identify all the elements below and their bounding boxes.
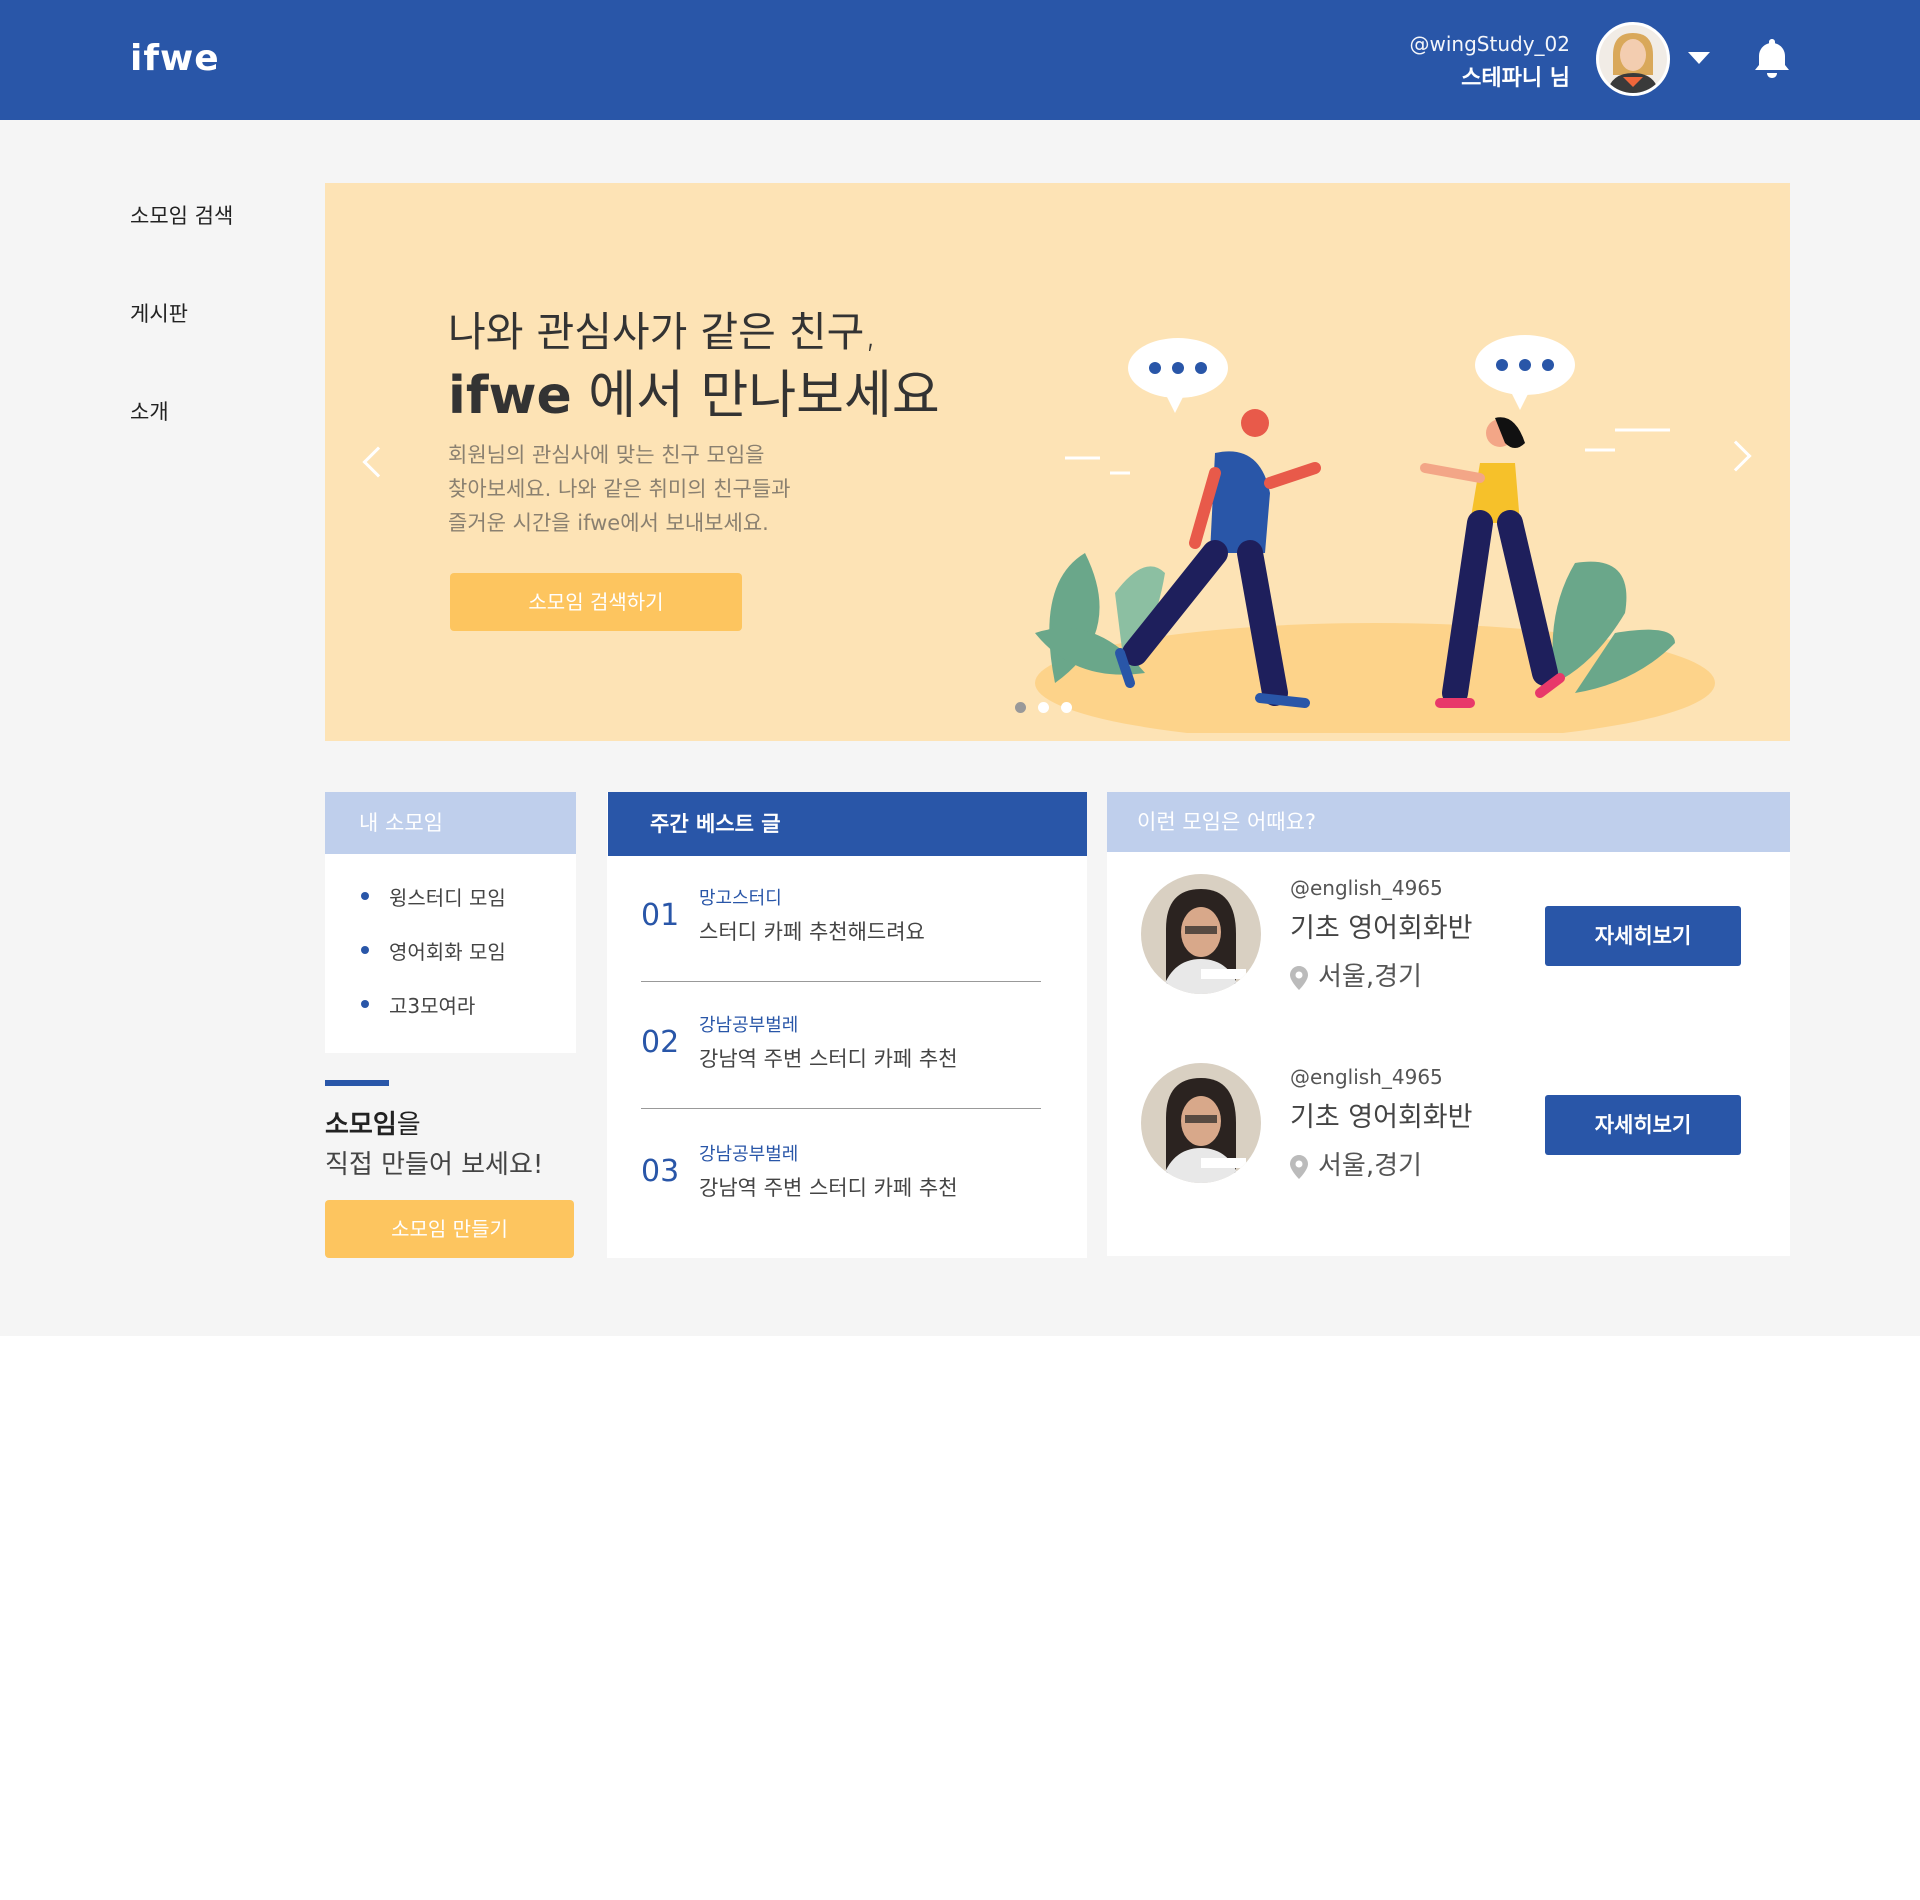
suggested-group: @english_4965 기초 영어회화반 서울,경기 자세히보기 [1107,768,1790,994]
sidenav-item-about[interactable]: 소개 [130,396,233,426]
hero-subheadline: ifwe 에서 만나보세요 [448,353,940,428]
sidenav-item-search[interactable]: 소모임 검색 [130,200,233,230]
group-name: 기초 영어회화반 [1290,1102,1473,1133]
chevron-right-icon[interactable] [1720,440,1752,472]
hero-desc-line: 즐거운 시간을 ifwe에서 보내보세요. [448,511,769,535]
logo[interactable]: ifwe [130,38,220,79]
view-details-button[interactable]: 자세히보기 [1545,1095,1741,1155]
my-group-item[interactable]: 윙스터디 모임 [361,882,576,936]
map-pin-icon [1290,1154,1308,1179]
create-subheading: 직접 만들어 보세요! [325,1150,544,1180]
post-rank: 02 [641,1025,680,1060]
hero-brand: ifwe [448,366,572,426]
my-groups-title: 내 소모임 [325,792,576,854]
user-info: @wingStudy_02 스테파니 님 [1410,32,1570,92]
post-rank: 01 [641,898,680,933]
create-heading-rest: 을 [396,1110,421,1140]
create-heading: 소모임을 [325,1104,421,1141]
divider [641,1108,1041,1109]
top-bar: ifwe @wingStudy_02 스테파니 님 [0,0,1920,120]
my-groups-list: 윙스터디 모임 영어회화 모임 고3모여라 [325,854,576,1044]
caret-down-icon[interactable] [1688,52,1710,64]
hero-desc-line: 찾아보세요. 나와 같은 취미의 친구들과 [448,477,791,501]
hero-desc-line: 회원님의 관심사에 맞는 친구 모임을 [448,443,765,467]
divider [641,981,1041,982]
group-name: 기초 영어회화반 [1290,913,1473,944]
carousel-dot[interactable] [1061,702,1072,713]
avatar[interactable] [1596,22,1670,96]
side-nav: 소모임 검색 게시판 소개 [130,200,233,494]
create-heading-bold: 소모임 [325,1110,397,1140]
hero-headline-rest: 에서 만나보세요 [571,366,940,426]
post-title: 강남역 주변 스터디 카페 추천 [699,1176,958,1200]
group-location-text: 서울,경기 [1318,1151,1422,1181]
weekly-best-title: 주간 베스트 글 [608,792,1087,856]
best-post-row[interactable]: 01 망고스터디 스터디 카페 추천해드려요 [641,856,1041,983]
weekly-best-card: 주간 베스트 글 01 망고스터디 스터디 카페 추천해드려요 02 강남공부벌… [607,792,1087,1258]
bell-icon[interactable] [1752,36,1792,80]
user-name: 스테파니 님 [1461,66,1570,91]
post-rank: 03 [641,1154,680,1189]
chevron-left-icon[interactable] [362,446,394,478]
post-title: 스터디 카페 추천해드려요 [699,920,925,944]
carousel-dot[interactable] [1038,702,1049,713]
hero-headline: 나와 관심사가 같은 친구, [448,308,878,356]
my-groups-card: 내 소모임 윙스터디 모임 영어회화 모임 고3모여라 [325,792,576,1053]
search-groups-button[interactable]: 소모임 검색하기 [450,573,742,631]
create-section-accent [325,1080,389,1086]
post-category: 망고스터디 [699,888,782,909]
suggested-groups-card: 이런 모임은 어때요? @english_4965 기초 영어회화반 서울,경기… [1107,792,1790,1256]
my-group-item[interactable]: 고3모여라 [361,990,576,1044]
suggested-group: @english_4965 기초 영어회화반 서울,경기 자세히보기 [1107,957,1790,1183]
best-post-row[interactable]: 02 강남공부벌레 강남역 주변 스터디 카페 추천 [641,983,1041,1110]
hero-description: 회원님의 관심사에 맞는 친구 모임을 찾아보세요. 나와 같은 취미의 친구들… [448,438,868,540]
carousel-dot[interactable] [1015,702,1026,713]
post-category: 강남공부벌레 [699,1144,799,1165]
group-photo [1141,1063,1261,1183]
best-post-row[interactable]: 03 강남공부벌레 강남역 주변 스터디 카페 추천 [641,1112,1041,1239]
hero-illustration [1035,335,1715,733]
my-group-item[interactable]: 영어회화 모임 [361,936,576,990]
sidenav-item-board[interactable]: 게시판 [130,298,233,328]
hero-banner: 나와 관심사가 같은 친구, ifwe 에서 만나보세요 회원님의 관심사에 맞… [325,183,1790,741]
group-owner: @english_4965 [1290,1065,1443,1089]
group-location: 서울,경기 [1290,1145,1422,1182]
user-id: @wingStudy_02 [1409,32,1570,56]
post-category: 강남공부벌레 [699,1015,799,1036]
carousel-dots [1015,698,1084,717]
create-group-button[interactable]: 소모임 만들기 [325,1200,574,1258]
group-owner: @english_4965 [1290,876,1443,900]
post-title: 강남역 주변 스터디 카페 추천 [699,1047,958,1071]
